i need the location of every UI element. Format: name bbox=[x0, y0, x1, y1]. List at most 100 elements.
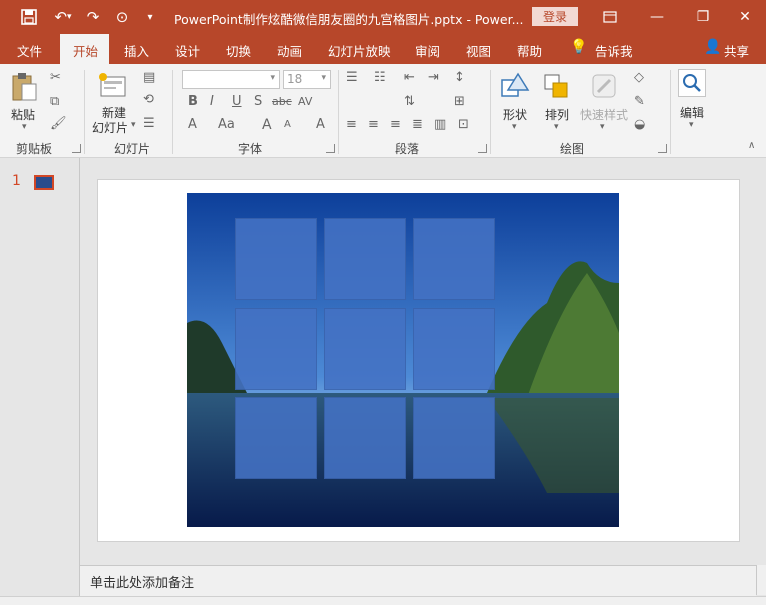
tell-me-search[interactable]: 告诉我 bbox=[595, 41, 633, 60]
font-size-dropdown[interactable]: 18 ▾ bbox=[283, 70, 331, 89]
align-left-icon[interactable]: ≡ bbox=[346, 117, 357, 132]
new-slide-icon[interactable] bbox=[98, 72, 128, 98]
present-from-start-icon[interactable]: ⊙ bbox=[110, 7, 134, 27]
find-icon[interactable] bbox=[678, 69, 706, 97]
arrange-label[interactable]: 排列 bbox=[545, 106, 569, 123]
shapes-icon[interactable] bbox=[500, 72, 530, 100]
slides-group-label: 幻灯片 bbox=[114, 142, 151, 156]
separator bbox=[172, 70, 173, 154]
title-bar: ↶ ▾ ↷ ⊙ ▾ PowerPoint制作炫酷微信朋友圈的九宫格图片.pptx … bbox=[0, 0, 766, 34]
change-case-button[interactable]: Aa bbox=[218, 117, 235, 132]
cut-icon[interactable]: ✂ bbox=[50, 70, 61, 85]
tab-design[interactable]: 设计 bbox=[175, 41, 200, 60]
font-name-dropdown[interactable]: ▾ bbox=[182, 70, 280, 89]
tab-review[interactable]: 审阅 bbox=[415, 41, 440, 60]
tab-home[interactable]: 开始 bbox=[73, 41, 98, 60]
font-color-button[interactable]: A bbox=[188, 117, 197, 132]
grow-font-button[interactable]: A bbox=[262, 117, 272, 133]
notes-placeholder[interactable]: 单击此处添加备注 bbox=[90, 572, 194, 591]
share-button[interactable]: 共享 bbox=[724, 41, 749, 60]
collapse-ribbon-icon[interactable]: ∧ bbox=[748, 140, 755, 151]
grid-tile[interactable] bbox=[324, 308, 406, 390]
increase-indent-icon[interactable]: ⇥ bbox=[428, 70, 439, 85]
copy-icon[interactable]: ⧉ bbox=[50, 94, 59, 109]
arrange-dropdown-icon[interactable]: ▾ bbox=[554, 122, 559, 132]
tab-slideshow[interactable]: 幻灯片放映 bbox=[328, 41, 391, 60]
new-slide-dropdown-icon[interactable]: ▾ bbox=[131, 120, 136, 130]
layout-icon[interactable]: ▤ bbox=[143, 70, 155, 85]
undo-icon[interactable]: ↶ ▾ bbox=[48, 7, 78, 27]
numbering-icon[interactable]: ☷ bbox=[374, 70, 386, 85]
login-button[interactable]: 登录 bbox=[532, 7, 578, 26]
new-slide-label-2[interactable]: 幻灯片 bbox=[92, 119, 128, 136]
quick-styles-label[interactable]: 快速样式 bbox=[580, 106, 628, 123]
shape-outline-icon[interactable]: ✎ bbox=[634, 94, 645, 109]
align-right-icon[interactable]: ≡ bbox=[390, 117, 401, 132]
tab-file[interactable]: 文件 bbox=[17, 41, 42, 60]
close-button[interactable]: ✕ bbox=[722, 0, 766, 34]
notes-scrollbar[interactable] bbox=[756, 565, 766, 595]
italic-button[interactable]: I bbox=[210, 94, 214, 109]
shapes-label[interactable]: 形状 bbox=[503, 106, 527, 123]
slide-canvas[interactable] bbox=[97, 179, 740, 542]
drawing-launcher-icon[interactable] bbox=[658, 144, 667, 153]
save-icon[interactable] bbox=[18, 7, 40, 27]
columns-icon[interactable]: ▥ bbox=[434, 117, 446, 132]
character-spacing-button[interactable]: AV bbox=[298, 95, 312, 108]
text-direction-icon[interactable]: ⇅ bbox=[404, 94, 415, 109]
clipboard-group-label: 剪贴板 bbox=[16, 142, 53, 156]
landscape-photo[interactable] bbox=[187, 193, 619, 527]
grid-tile[interactable] bbox=[413, 218, 495, 300]
clipboard-launcher-icon[interactable] bbox=[72, 144, 81, 153]
shapes-dropdown-icon[interactable]: ▾ bbox=[512, 122, 517, 132]
decrease-indent-icon[interactable]: ⇤ bbox=[404, 70, 415, 85]
paste-icon[interactable] bbox=[10, 72, 38, 102]
format-painter-icon[interactable]: 🖌 bbox=[50, 116, 67, 131]
paragraph-launcher-icon[interactable] bbox=[478, 144, 487, 153]
paste-dropdown-icon[interactable]: ▾ bbox=[22, 122, 27, 132]
restore-button[interactable]: ❐ bbox=[680, 0, 726, 34]
editing-dropdown-icon[interactable]: ▾ bbox=[689, 120, 694, 130]
underline-button[interactable]: U bbox=[232, 94, 242, 109]
notes-pane[interactable]: 单击此处添加备注 bbox=[80, 565, 756, 596]
tab-animations[interactable]: 动画 bbox=[277, 41, 302, 60]
clear-formatting-button[interactable]: A bbox=[316, 117, 325, 132]
bullets-icon[interactable]: ☰ bbox=[346, 70, 358, 85]
quick-styles-dropdown-icon[interactable]: ▾ bbox=[600, 122, 605, 132]
tab-view[interactable]: 视图 bbox=[466, 41, 491, 60]
strikethrough-button[interactable]: abc bbox=[272, 95, 292, 108]
tab-insert[interactable]: 插入 bbox=[124, 41, 149, 60]
redo-icon[interactable]: ↷ bbox=[82, 7, 104, 27]
shape-fill-icon[interactable]: ◇ bbox=[634, 70, 644, 85]
reset-icon[interactable]: ⟲ bbox=[143, 92, 154, 107]
shape-effects-icon[interactable]: ◒ bbox=[634, 117, 645, 132]
justify-icon[interactable]: ≣ bbox=[412, 117, 423, 132]
smartart-icon[interactable]: ⊡ bbox=[458, 117, 469, 132]
shrink-font-button[interactable]: A bbox=[284, 119, 291, 130]
line-spacing-icon[interactable]: ↕ bbox=[454, 70, 465, 85]
quick-styles-icon[interactable] bbox=[590, 72, 620, 100]
minimize-button[interactable]: — bbox=[634, 0, 680, 34]
tab-help[interactable]: 帮助 bbox=[517, 41, 542, 60]
customize-qat-icon[interactable]: ▾ bbox=[142, 7, 158, 27]
grid-tile[interactable] bbox=[324, 397, 406, 479]
paste-label[interactable]: 粘贴 bbox=[11, 106, 35, 123]
grid-tile[interactable] bbox=[324, 218, 406, 300]
font-group-label: 字体 bbox=[238, 142, 263, 156]
grid-tile[interactable] bbox=[413, 397, 495, 479]
tab-transitions[interactable]: 切换 bbox=[226, 41, 251, 60]
bold-button[interactable]: B bbox=[188, 94, 198, 109]
font-launcher-icon[interactable] bbox=[326, 144, 335, 153]
slide-thumbnail[interactable] bbox=[34, 175, 54, 190]
center-icon[interactable]: ≡ bbox=[368, 117, 379, 132]
arrange-icon[interactable] bbox=[542, 72, 572, 100]
grid-tile[interactable] bbox=[413, 308, 495, 390]
section-icon[interactable]: ☰ bbox=[143, 116, 155, 131]
grid-tile[interactable] bbox=[235, 308, 317, 390]
grid-tile[interactable] bbox=[235, 397, 317, 479]
grid-tile[interactable] bbox=[235, 218, 317, 300]
editing-label[interactable]: 编辑 bbox=[680, 104, 704, 121]
align-text-icon[interactable]: ⊞ bbox=[454, 94, 465, 109]
shadow-button[interactable]: S bbox=[254, 94, 262, 109]
ribbon-display-options-icon[interactable] bbox=[600, 7, 620, 27]
